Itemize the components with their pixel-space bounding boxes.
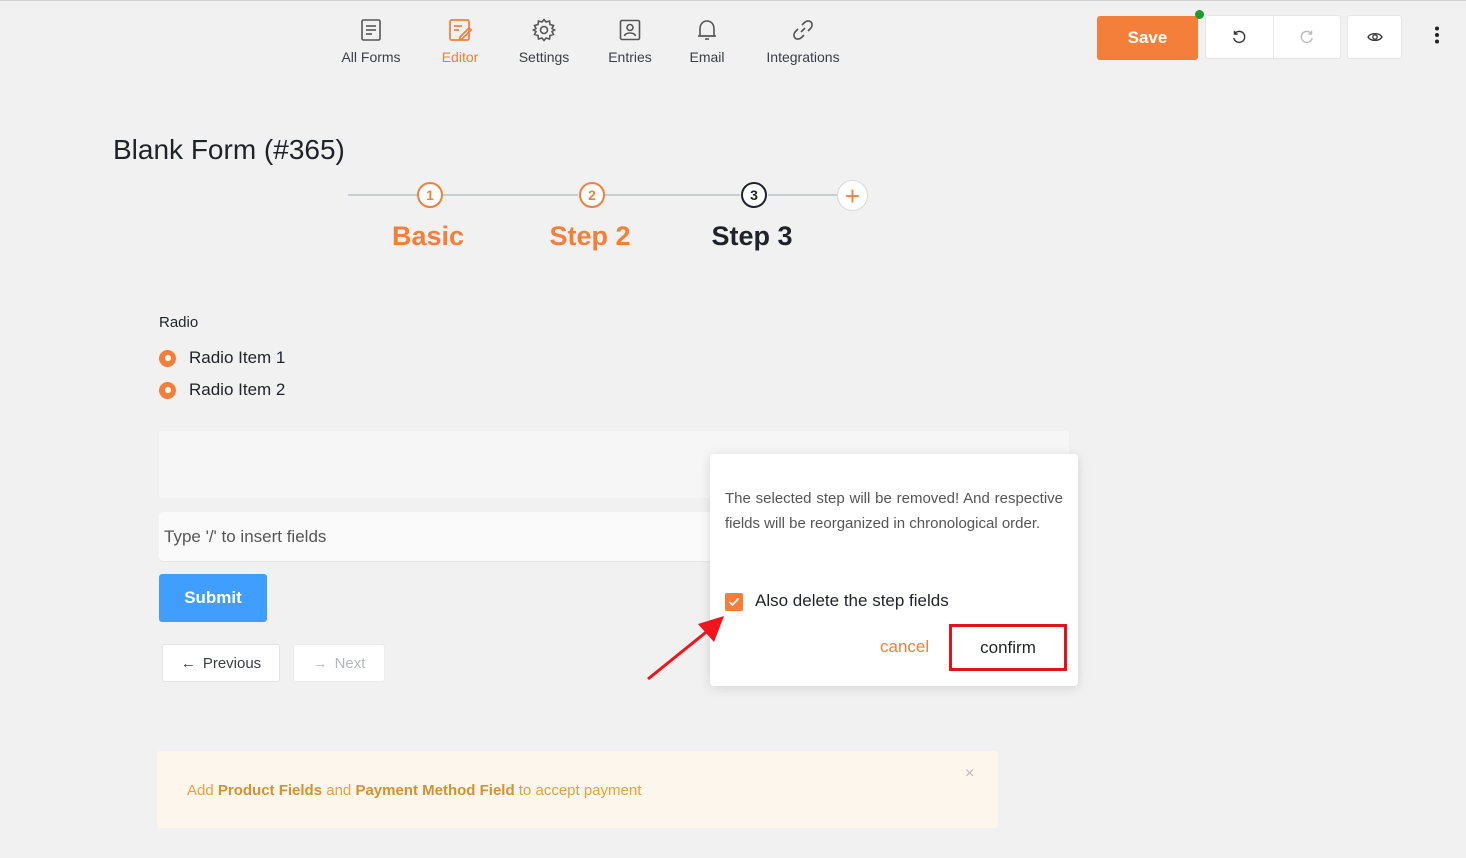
radio-option-label: Radio Item 2 [189,380,286,399]
radio-option-2[interactable]: Radio Item 2 [159,380,285,400]
step-connector [443,194,578,196]
previous-label: Previous [202,654,262,672]
nav-all-forms[interactable]: All Forms [338,17,404,65]
undo-button[interactable] [1206,16,1273,58]
gear-icon [531,17,557,43]
radio-button-icon [159,349,176,367]
history-button-group [1205,15,1341,59]
nav-label: Editor [441,49,479,65]
bell-icon [694,17,720,43]
cancel-button[interactable]: cancel [880,637,929,657]
popover-message: The selected step will be removed! And r… [725,490,1063,532]
nav-label: Email [689,49,725,65]
step-1-label[interactable]: Basic [358,221,498,252]
payment-notice: Add Product Fields and Payment Method Fi… [157,751,998,828]
form-list-icon [358,17,384,43]
nav-settings[interactable]: Settings [514,17,574,65]
close-icon[interactable]: × [965,765,974,783]
step-3-label[interactable]: Step 3 [682,221,822,252]
preview-button[interactable] [1347,15,1402,59]
nav-label: Entries [608,49,652,65]
confirm-button[interactable]: confirm [949,624,1067,671]
step-connector [768,194,838,196]
next-button[interactable]: → Next [293,644,385,682]
step-3-indicator[interactable]: 3 [741,182,767,208]
form-title: Blank Form (#365) [113,134,345,165]
top-toolbar: All Forms Editor Settings Entries Email … [0,1,1466,81]
undo-icon [1233,30,1246,44]
product-fields-link: Product Fields [217,782,323,799]
delete-step-popover: The selected step will be removed! And r… [710,454,1078,686]
payment-method-field-link: Payment Method Field [355,782,515,799]
step-1-indicator[interactable]: 1 [417,182,443,208]
nav-label: Settings [518,49,570,65]
redo-button[interactable] [1272,16,1341,58]
submit-button[interactable]: Submit [159,574,267,622]
notice-text: Add Product Fields and Payment Method Fi… [187,782,642,799]
more-menu-button[interactable] [1428,23,1446,47]
editor-icon [447,17,473,43]
arrow-right-icon: → [312,654,328,672]
step-2-label[interactable]: Step 2 [520,221,660,252]
save-button[interactable]: Save [1097,16,1198,60]
online-status-dot [1195,10,1204,19]
kebab-icon [1435,26,1439,44]
radio-field-label: Radio [159,314,199,331]
nav-entries[interactable]: Entries [605,17,655,65]
radio-option-1[interactable]: Radio Item 1 [159,348,285,368]
add-step-button[interactable]: + [837,180,868,211]
step-2-indicator[interactable]: 2 [579,182,605,208]
radio-option-label: Radio Item 1 [189,348,286,367]
radio-button-icon [159,381,176,399]
nav-label: Integrations [766,49,840,65]
nav-email[interactable]: Email [686,17,728,65]
next-label: Next [334,654,366,672]
entries-icon [617,17,643,43]
nav-editor[interactable]: Editor [435,17,485,65]
arrow-left-icon: ← [180,654,196,672]
step-connector [605,194,740,196]
redo-icon [1300,30,1313,44]
nav-label: All Forms [341,49,401,65]
annotation-arrow [647,616,724,681]
link-icon [790,17,816,43]
nav-integrations[interactable]: Integrations [760,17,846,65]
eye-icon [1366,32,1383,42]
previous-button[interactable]: ← Previous [162,644,280,682]
step-connector [348,194,418,196]
checkbox-label[interactable]: Also delete the step fields [755,591,949,611]
